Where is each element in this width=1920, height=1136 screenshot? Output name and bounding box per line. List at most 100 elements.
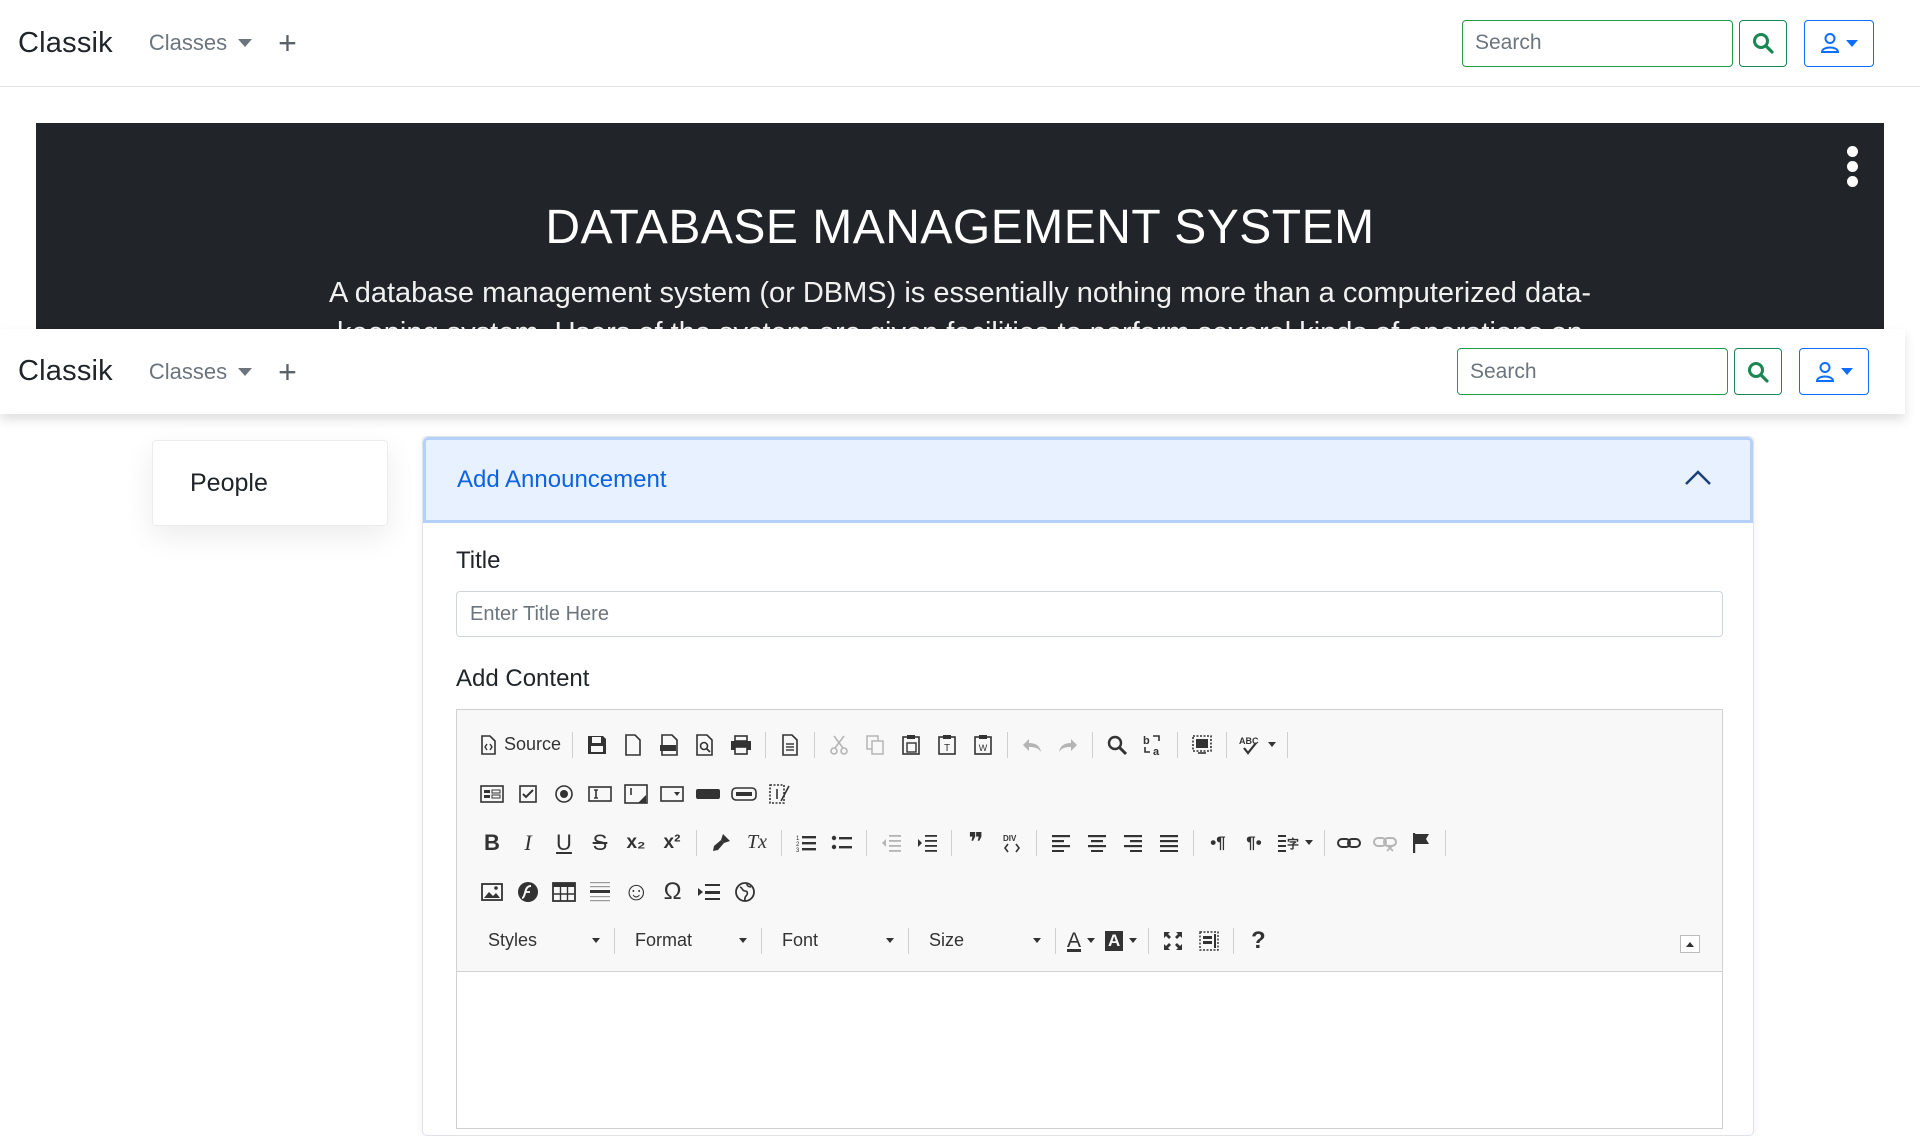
language-button[interactable]: 字: [1272, 825, 1318, 861]
image-button-button[interactable]: [726, 776, 762, 812]
indent-button[interactable]: [909, 825, 945, 861]
anchor-button[interactable]: [1403, 825, 1439, 861]
horizontal-rule-button[interactable]: [582, 874, 618, 910]
subscript-button[interactable]: x₂: [618, 825, 654, 861]
print-icon: [731, 734, 752, 755]
accordion-header[interactable]: Add Announcement: [423, 437, 1753, 523]
spellcheck-button[interactable]: ABC: [1233, 727, 1281, 763]
copy-formatting-button[interactable]: [703, 825, 739, 861]
form-button[interactable]: [474, 776, 510, 812]
size-combo[interactable]: Size: [915, 923, 1049, 959]
select-button[interactable]: [654, 776, 690, 812]
source-button[interactable]: Source: [474, 727, 566, 763]
align-center-button[interactable]: [1079, 825, 1115, 861]
templates-button[interactable]: [772, 727, 808, 763]
classes-dropdown[interactable]: Classes: [149, 30, 253, 56]
smiley-button[interactable]: ☺: [618, 874, 655, 910]
bulleted-list-button[interactable]: [824, 825, 860, 861]
link-button[interactable]: [1331, 825, 1367, 861]
class-description: A database management system (or DBMS) i…: [328, 277, 1592, 333]
search-button[interactable]: [1734, 348, 1782, 395]
search-input[interactable]: [1457, 348, 1728, 395]
toolbar-separator: [781, 829, 782, 856]
brand-logo[interactable]: Classik: [18, 27, 113, 60]
preview-button[interactable]: [687, 727, 723, 763]
format-combo[interactable]: Format: [621, 923, 755, 959]
chevron-up-icon: [1685, 470, 1711, 485]
text-direction-ltr-button[interactable]: •¶: [1200, 825, 1236, 861]
underline-button[interactable]: U: [546, 825, 582, 861]
undo-button[interactable]: [1014, 727, 1050, 763]
help-button[interactable]: ?: [1240, 923, 1276, 959]
flash-button[interactable]: [510, 874, 546, 910]
search-button[interactable]: [1739, 19, 1787, 67]
export-pdf-button[interactable]: [651, 727, 687, 763]
bold-button[interactable]: B: [474, 825, 510, 861]
add-class-button[interactable]: +: [278, 356, 297, 388]
paintbrush-icon: [713, 833, 730, 851]
title-input[interactable]: [456, 591, 1723, 637]
navbar-right: [1457, 329, 1869, 414]
button-element-button[interactable]: [690, 776, 726, 812]
search-input[interactable]: [1462, 19, 1733, 67]
checkbox-button[interactable]: [510, 776, 546, 812]
text-direction-rtl-button[interactable]: ¶•: [1236, 825, 1272, 861]
user-menu-button[interactable]: [1804, 19, 1874, 67]
redo-button[interactable]: [1050, 727, 1086, 763]
more-options-icon[interactable]: [1847, 146, 1859, 187]
paste-word-button[interactable]: W: [965, 727, 1001, 763]
align-center-icon: [1088, 834, 1106, 852]
caret-down-icon: [739, 938, 747, 943]
justify-button[interactable]: [1151, 825, 1187, 861]
user-menu-button[interactable]: [1799, 348, 1869, 395]
brand-logo[interactable]: Classik: [18, 355, 113, 388]
special-char-button[interactable]: Ω: [655, 874, 691, 910]
radio-button[interactable]: [546, 776, 582, 812]
outdent-button[interactable]: [873, 825, 909, 861]
italic-button[interactable]: I: [510, 825, 546, 861]
font-combo[interactable]: Font: [768, 923, 902, 959]
classes-label: Classes: [148, 358, 228, 384]
strikethrough-button[interactable]: S: [582, 825, 618, 861]
rich-text-editor: Source T W b a ABC B I U S x₂ x² Tx 1 2 …: [456, 709, 1723, 1129]
replace-button[interactable]: ba: [1135, 727, 1171, 763]
editor-content-area[interactable]: [457, 972, 1722, 1128]
styles-combo[interactable]: Styles: [474, 923, 608, 959]
table-button[interactable]: [546, 874, 582, 910]
paste-button[interactable]: [893, 727, 929, 763]
text-color-button[interactable]: A: [1062, 923, 1100, 959]
page-break-button[interactable]: [691, 874, 727, 910]
unlink-button[interactable]: [1367, 825, 1403, 861]
maximize-button[interactable]: [1155, 923, 1191, 959]
align-left-button[interactable]: [1043, 825, 1079, 861]
svg-text:b: b: [1143, 735, 1150, 747]
cut-button[interactable]: [821, 727, 857, 763]
new-page-button[interactable]: [615, 727, 651, 763]
div-container-button[interactable]: DIV: [994, 825, 1030, 861]
superscript-button[interactable]: x²: [654, 825, 690, 861]
numbered-list-button[interactable]: 123: [788, 825, 824, 861]
blockquote-button[interactable]: ❞: [958, 825, 994, 861]
align-right-button[interactable]: [1115, 825, 1151, 861]
remove-format-button[interactable]: Tx: [739, 825, 775, 861]
copy-icon: [866, 734, 884, 755]
sidebar-item-people[interactable]: People: [152, 440, 388, 526]
copy-button[interactable]: [857, 727, 893, 763]
align-left-icon: [1052, 834, 1070, 852]
classes-dropdown[interactable]: Classes: [148, 358, 253, 385]
print-button[interactable]: [723, 727, 759, 763]
find-button[interactable]: [1099, 727, 1135, 763]
text-field-button[interactable]: [582, 776, 618, 812]
hidden-field-button[interactable]: [762, 776, 798, 812]
show-blocks-button[interactable]: [1191, 923, 1227, 959]
textarea-button[interactable]: [618, 776, 654, 812]
link-icon: [1337, 837, 1361, 848]
bg-color-button[interactable]: A: [1100, 923, 1142, 959]
iframe-button[interactable]: [727, 874, 763, 910]
add-class-button[interactable]: +: [278, 27, 297, 59]
paste-text-button[interactable]: T: [929, 727, 965, 763]
image-button[interactable]: [474, 874, 510, 910]
collapse-toolbar-button[interactable]: [1680, 935, 1700, 953]
save-button[interactable]: [579, 727, 615, 763]
select-all-button[interactable]: [1184, 727, 1220, 763]
